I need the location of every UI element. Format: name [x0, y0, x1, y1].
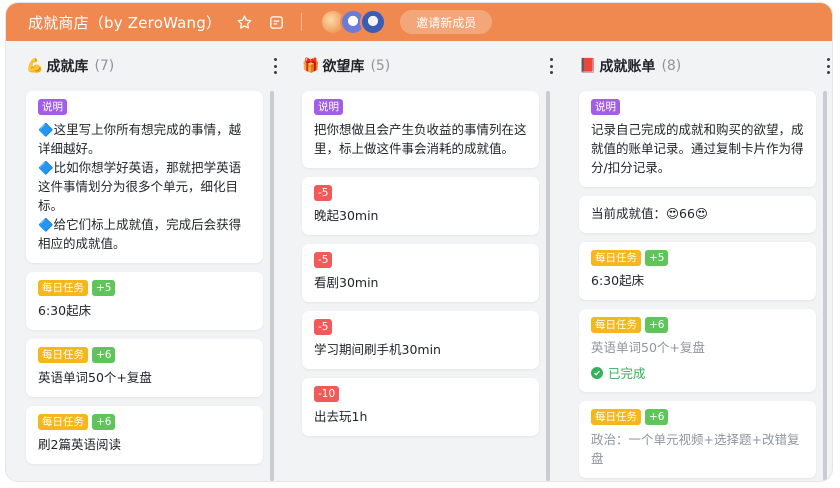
- description-icon[interactable]: [267, 13, 285, 31]
- tag: +5: [645, 250, 669, 266]
- card[interactable]: 每日任务 +6 刷2篇英语阅读: [26, 406, 263, 464]
- card[interactable]: -10 出去玩1h: [302, 378, 539, 436]
- tag: 每日任务: [591, 250, 641, 266]
- card[interactable]: 说明 🔷这里写上你所有想完成的事情，越详细越好。 🔷比如你想学好英语，那就把学英语…: [26, 91, 263, 263]
- tag: 说明: [38, 99, 67, 115]
- invite-member-button[interactable]: 邀请新成员: [400, 10, 493, 34]
- board-columns: 💪 成就库 (7) 说明 🔷这里写上你所有想完成的事情，越详细越好。 🔷比如你想学好英语…: [6, 41, 832, 481]
- card-list: 说明 🔷这里写上你所有想完成的事情，越详细越好。 🔷比如你想学好英语，那就把学英语…: [26, 91, 263, 473]
- card-text: 6:30起床: [591, 273, 645, 288]
- tag: +6: [645, 317, 669, 333]
- tag: 每日任务: [38, 414, 88, 430]
- tag: +6: [92, 414, 116, 430]
- column-title: 欲望库: [322, 59, 365, 75]
- card-text: 英语单词50个+复盘: [38, 370, 152, 385]
- tag: 每日任务: [38, 347, 88, 363]
- column-emoji-icon: 💪: [26, 58, 44, 74]
- tag: +6: [645, 409, 669, 425]
- card-text: 出去玩1h: [314, 409, 368, 424]
- tag-row: 每日任务 +5: [591, 250, 804, 266]
- tag: +6: [92, 347, 116, 363]
- column-header: 📕 成就账单 (8): [573, 41, 832, 91]
- tag: -5: [314, 252, 333, 268]
- card[interactable]: 当前成就值：😍66😍: [579, 196, 816, 233]
- tag-row: -5: [314, 185, 527, 201]
- tag: 每日任务: [591, 409, 641, 425]
- column-header: 🎁 欲望库 (5): [296, 41, 558, 91]
- app-window: 成就商店（by ZeroWang） 邀请新成员 💪 成就库 (7) 说明 🔷这里写上你所…: [6, 3, 832, 481]
- tag: 说明: [591, 99, 620, 115]
- column-header: 💪 成就库 (7): [20, 41, 282, 91]
- column-title: 成就账单: [599, 59, 656, 75]
- tag: 每日任务: [591, 317, 641, 333]
- card[interactable]: 每日任务 +6 英语单词50个+复盘: [26, 339, 263, 397]
- tag: 说明: [314, 99, 343, 115]
- column-count: (5): [370, 58, 391, 74]
- board-header: 成就商店（by ZeroWang） 邀请新成员: [6, 3, 832, 41]
- card-list: 说明记录自己完成的成就和购买的欲望，成就值的账单记录。通过复制卡片作为得分/扣分…: [579, 91, 816, 481]
- card-text: 政治：一个单元视频+选择题+改错复盘: [591, 432, 800, 466]
- more-icon[interactable]: [544, 58, 558, 74]
- more-icon[interactable]: [268, 58, 282, 74]
- column-emoji-icon: 📕: [579, 58, 597, 74]
- tag-row: -5: [314, 319, 527, 335]
- column-scrollbar[interactable]: [823, 91, 827, 481]
- card-text: 学习期间刷手机30min: [314, 342, 441, 357]
- card-text: 看剧30min: [314, 275, 379, 290]
- column: 📕 成就账单 (8) 说明记录自己完成的成就和购买的欲望，成就值的账单记录。通过复制卡…: [573, 41, 832, 481]
- tag: +5: [92, 280, 116, 296]
- column-count: (7): [94, 58, 115, 74]
- member-avatars[interactable]: [320, 9, 387, 35]
- card-text: 晚起30min: [314, 208, 379, 223]
- column-title: 成就库: [46, 59, 89, 75]
- card[interactable]: -5 晚起30min: [302, 177, 539, 235]
- more-icon[interactable]: [821, 58, 832, 74]
- tag: 每日任务: [38, 280, 88, 296]
- check-circle-icon: [591, 366, 603, 379]
- card[interactable]: -5 看剧30min: [302, 244, 539, 302]
- card[interactable]: 每日任务 +6 英语单词50个+复盘已完成: [579, 309, 816, 392]
- header-divider: [301, 13, 303, 31]
- tag-row: 每日任务 +6: [591, 409, 804, 425]
- completed-label: 已完成: [608, 366, 646, 381]
- card[interactable]: -5 学习期间刷手机30min: [302, 311, 539, 369]
- tag: -10: [314, 386, 340, 402]
- card-text: 6:30起床: [38, 303, 92, 318]
- column: 🎁 欲望库 (5) 说明把你想做且会产生负收益的事情列在这里，标上做这件事会消耗的成就…: [296, 41, 558, 481]
- card-list: 说明把你想做且会产生负收益的事情列在这里，标上做这件事会消耗的成就值。 -5 晚起3…: [302, 91, 539, 445]
- column-scrollbar[interactable]: [270, 91, 274, 481]
- completed-status: 已完成: [591, 363, 804, 382]
- tag-row: 每日任务 +5: [38, 280, 251, 296]
- avatar[interactable]: [360, 9, 387, 35]
- card[interactable]: 每日任务 +5 6:30起床: [579, 242, 816, 300]
- card[interactable]: 说明把你想做且会产生负收益的事情列在这里，标上做这件事会消耗的成就值。: [302, 91, 539, 168]
- tag-row: 说明: [591, 99, 804, 115]
- tag-row: 每日任务 +6: [38, 347, 251, 363]
- board-title: 成就商店（by ZeroWang）: [28, 13, 222, 32]
- card-text: 刷2篇英语阅读: [38, 437, 121, 452]
- tag: -5: [314, 185, 333, 201]
- column-count: (8): [661, 58, 682, 74]
- card-text: 🔷这里写上你所有想完成的事情，越详细越好。 🔷比如你想学好英语，那就把学英语这件…: [38, 122, 242, 251]
- column-scrollbar[interactable]: [546, 91, 550, 481]
- tag-row: -5: [314, 252, 527, 268]
- column: 💪 成就库 (7) 说明 🔷这里写上你所有想完成的事情，越详细越好。 🔷比如你想学好英语…: [20, 41, 282, 481]
- card-text: 当前成就值：😍66😍: [591, 206, 708, 221]
- card[interactable]: 每日任务 +5 6:30起床: [26, 272, 263, 330]
- star-icon[interactable]: [235, 13, 253, 31]
- tag-row: -10: [314, 386, 527, 402]
- tag: -5: [314, 319, 333, 335]
- tag-row: 说明: [314, 99, 527, 115]
- tag-row: 每日任务 +6: [38, 414, 251, 430]
- column-emoji-icon: 🎁: [302, 58, 320, 74]
- tag-row: 说明: [38, 99, 251, 115]
- card[interactable]: 每日任务 +6 政治：一个单元视频+选择题+改错复盘: [579, 401, 816, 478]
- card[interactable]: 说明记录自己完成的成就和购买的欲望，成就值的账单记录。通过复制卡片作为得分/扣分…: [579, 91, 816, 187]
- card-text: 英语单词50个+复盘: [591, 340, 705, 355]
- card-text: 记录自己完成的成就和购买的欲望，成就值的账单记录。通过复制卡片作为得分/扣分记录…: [591, 122, 804, 175]
- tag-row: 每日任务 +6: [591, 317, 804, 333]
- card-text: 把你想做且会产生负收益的事情列在这里，标上做这件事会消耗的成就值。: [314, 122, 527, 156]
